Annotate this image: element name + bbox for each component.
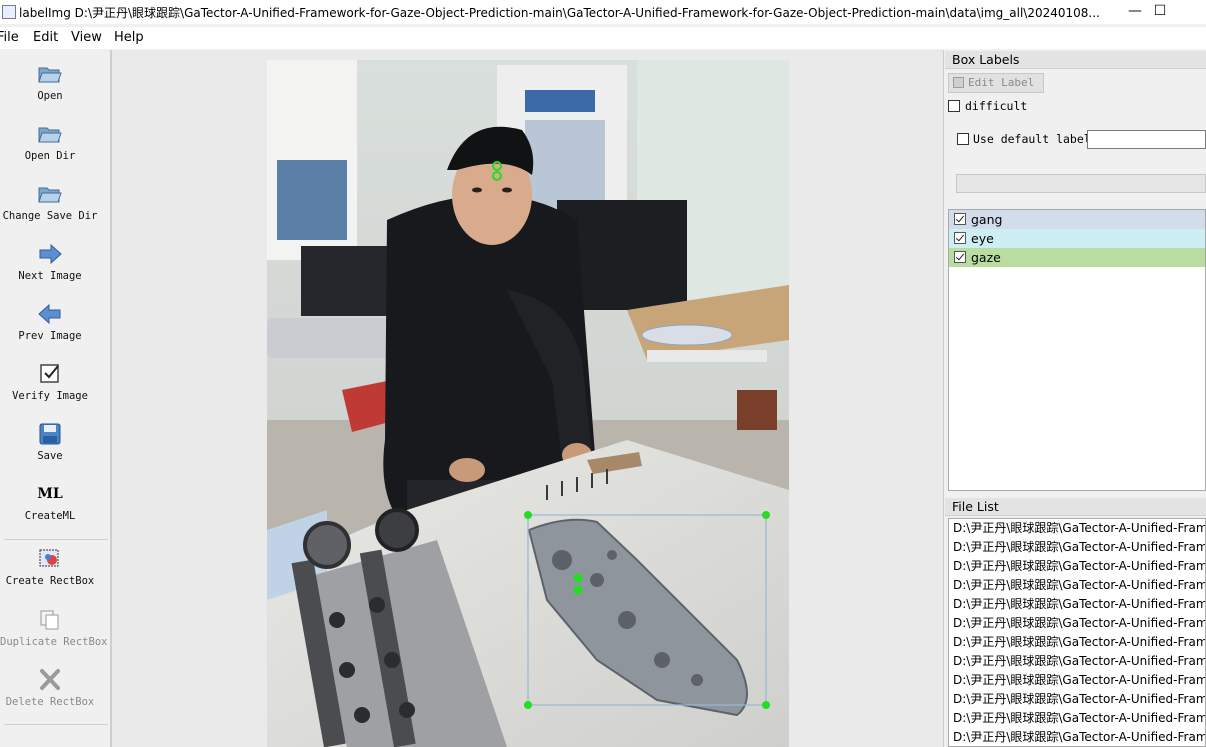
right-dock: Box Labels Edit Label difficult Use defa… (945, 50, 1206, 747)
checkmark-icon (955, 251, 965, 261)
checkmark-icon (955, 232, 965, 242)
toolbar: Open Open Dir Change Save Dir Next Image… (0, 50, 111, 747)
open-dir-button[interactable]: Open Dir (0, 114, 100, 172)
duplicate-rectbox-button[interactable]: Duplicate RectBox (0, 600, 108, 658)
file-list-item[interactable]: D:\尹正丹\眼球跟踪\GaTector-A-Unified-Fram (949, 538, 1205, 557)
label-name: gang (971, 212, 1003, 227)
label-row-eye[interactable]: eye (949, 229, 1205, 248)
verify-image-button[interactable]: Verify Image (0, 354, 100, 412)
folder-save-icon (38, 187, 62, 203)
label-name: eye (971, 231, 994, 246)
label-combo-box[interactable] (956, 174, 1206, 193)
file-list-title: File List (945, 498, 1206, 516)
file-list-item[interactable]: D:\尹正丹\眼球跟踪\GaTector-A-Unified-Fram (949, 557, 1205, 576)
ml-format-icon: ML (37, 486, 63, 502)
edit-label-text: Edit Label (968, 76, 1035, 89)
change-save-dir-label: Change Save Dir (2, 210, 98, 222)
file-list-item[interactable]: D:\尹正丹\眼球跟踪\GaTector-A-Unified-Fram (949, 728, 1205, 746)
create-rectbox-button[interactable]: Create RectBox (0, 539, 100, 597)
box-label-list[interactable]: gang eye gaze (948, 209, 1206, 491)
delete-rectbox-button[interactable]: Delete RectBox (0, 660, 100, 718)
file-list-item[interactable]: D:\尹正丹\眼球跟踪\GaTector-A-Unified-Fram (949, 595, 1205, 614)
prev-image-button[interactable]: Prev Image (0, 294, 100, 352)
file-list-item[interactable]: D:\尹正丹\眼球跟踪\GaTector-A-Unified-Fram (949, 690, 1205, 709)
save-button[interactable]: Save (0, 414, 100, 472)
copy-icon (40, 610, 59, 630)
file-list-item[interactable]: D:\尹正丹\眼球跟踪\GaTector-A-Unified-Fram (949, 576, 1205, 595)
verify-image-label: Verify Image (12, 390, 88, 402)
label-checkbox[interactable] (954, 213, 966, 225)
box-labels-title: Box Labels (945, 51, 1206, 69)
window-title: labelImg D:\尹正丹\眼球跟踪\GaTector-A-Unified-… (19, 6, 1100, 20)
open-button[interactable]: Open (0, 54, 100, 112)
label-row-gaze[interactable]: gaze (949, 248, 1205, 267)
edit-label-button[interactable]: Edit Label (948, 73, 1044, 93)
prev-image-label: Prev Image (18, 330, 82, 342)
create-ml-button[interactable]: ML CreateML (0, 474, 100, 532)
difficult-label: difficult (965, 99, 1028, 113)
file-list-item[interactable]: D:\尹正丹\眼球跟踪\GaTector-A-Unified-Fram (949, 652, 1205, 671)
image-canvas[interactable] (111, 50, 944, 747)
save-label: Save (37, 450, 63, 462)
create-rectbox-icon (39, 549, 59, 567)
menu-edit[interactable]: Edit (33, 30, 58, 45)
app-icon (2, 5, 16, 19)
duplicate-rectbox-label: Duplicate RectBox (0, 636, 108, 648)
label-checkbox[interactable] (954, 232, 966, 244)
open-dir-label: Open Dir (24, 150, 76, 162)
photo-scene (267, 60, 789, 747)
next-image-button[interactable]: Next Image (0, 234, 100, 292)
pencil-icon (953, 77, 964, 88)
toolbar-separator (4, 724, 108, 725)
floppy-disk-icon (39, 423, 61, 445)
label-row-gang[interactable]: gang (949, 210, 1205, 229)
default-label-input[interactable] (1087, 130, 1206, 149)
folder-open-icon (38, 67, 62, 83)
file-list-item[interactable]: D:\尹正丹\眼球跟踪\GaTector-A-Unified-Fram (949, 519, 1205, 538)
label-checkbox[interactable] (954, 251, 966, 263)
menu-view[interactable]: View (71, 30, 102, 45)
difficult-checkbox[interactable] (948, 100, 960, 112)
create-ml-label: CreateML (24, 510, 76, 522)
file-list-item[interactable]: D:\尹正丹\眼球跟踪\GaTector-A-Unified-Fram (949, 709, 1205, 728)
label-name: gaze (971, 250, 1001, 265)
file-list-item[interactable]: D:\尹正丹\眼球跟踪\GaTector-A-Unified-Fram (949, 633, 1205, 652)
menu-file[interactable]: File (0, 30, 19, 45)
maximize-icon[interactable]: ☐ (1137, 0, 1183, 24)
checkmark-icon (955, 213, 965, 223)
arrow-right-icon (39, 243, 62, 265)
menu-help[interactable]: Help (114, 30, 144, 45)
arrow-left-icon (38, 303, 61, 325)
use-default-label-text: Use default label (973, 132, 1091, 146)
file-list-item[interactable]: D:\尹正丹\眼球跟踪\GaTector-A-Unified-Fram (949, 671, 1205, 690)
use-default-label-checkbox[interactable] (957, 133, 969, 145)
change-save-dir-button[interactable]: Change Save Dir (0, 174, 100, 232)
delete-x-icon (40, 669, 60, 690)
annotated-photo[interactable] (267, 60, 789, 747)
next-image-label: Next Image (18, 270, 82, 282)
open-label: Open (37, 90, 63, 102)
delete-rectbox-label: Delete RectBox (5, 696, 95, 708)
title-bar: labelImg D:\尹正丹\眼球跟踪\GaTector-A-Unified-… (0, 0, 1206, 24)
folder-icon (38, 127, 62, 143)
menu-bar: File Edit View Help (0, 27, 1206, 49)
create-rectbox-label: Create RectBox (5, 575, 95, 587)
file-list[interactable]: D:\尹正丹\眼球跟踪\GaTector-A-Unified-Fram D:\尹正… (948, 518, 1206, 747)
checkbox-icon (40, 364, 59, 383)
file-list-item[interactable]: D:\尹正丹\眼球跟踪\GaTector-A-Unified-Fram (949, 614, 1205, 633)
